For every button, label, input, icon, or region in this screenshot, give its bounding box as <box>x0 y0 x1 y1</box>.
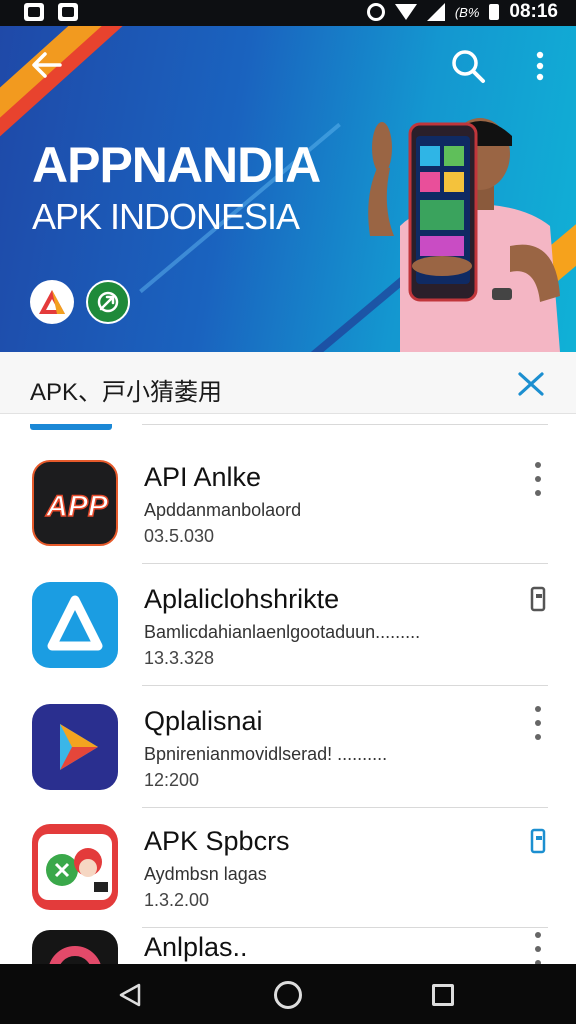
search-input[interactable]: APK、戸小猜萎用 <box>30 372 222 407</box>
nav-home-icon[interactable] <box>274 981 302 1009</box>
app-name: APK Spbcrs <box>144 826 290 856</box>
triangle-badge-icon <box>30 280 74 324</box>
bookmark-icon[interactable] <box>528 584 548 618</box>
more-vert-icon[interactable] <box>530 50 550 82</box>
divider <box>142 685 548 686</box>
refresh-badge-icon <box>86 280 130 324</box>
hero-banner: APPNANDIA APK INDONESIA <box>0 26 576 352</box>
clock: 08:16 <box>509 1 558 22</box>
search-icon[interactable] <box>450 48 486 84</box>
app-description: Aydmbsn lagas <box>144 864 267 884</box>
system-nav-bar <box>0 964 576 1024</box>
more-vert-icon[interactable] <box>528 462 548 496</box>
signal-icon <box>426 3 445 21</box>
nav-recents-icon[interactable] <box>432 984 454 1006</box>
divider <box>142 563 548 564</box>
search-bar[interactable]: APK、戸小猜萎用 <box>0 352 576 414</box>
app-version: 03.5.030 <box>144 526 215 546</box>
battery-percent: (B% <box>454 4 480 20</box>
bookmark-icon[interactable] <box>528 826 548 860</box>
app-version: 12:200 <box>144 770 200 790</box>
app-notification-icon <box>58 3 78 21</box>
image-notification-icon <box>24 3 44 21</box>
clear-search-icon[interactable] <box>516 370 546 398</box>
wifi-icon <box>394 4 417 20</box>
app-version: 1.3.2.00 <box>144 890 210 910</box>
status-bar: (B% 08:16 <box>0 0 576 26</box>
person-holding-phone-illustration <box>368 118 560 352</box>
nav-back-icon[interactable] <box>118 982 142 1008</box>
cartoon-chat-icon <box>32 824 118 910</box>
app-name: Qplalisnai <box>144 706 263 736</box>
banner-subtitle: APK INDONESIA <box>32 196 300 237</box>
banner-title: APPNANDIA <box>32 137 321 193</box>
list-item[interactable]: APP API Anlke Apddanmanbolaord 03.5.030 <box>0 444 576 564</box>
app-name: Aplaliclohshrikte <box>144 584 340 614</box>
divider <box>142 424 548 425</box>
svg-text:APP: APP <box>45 490 109 523</box>
app-description: Bamlicdahianlaenlgootaduun......... <box>144 622 421 642</box>
list-item[interactable]: APK Spbcrs Aydmbsn lagas 1.3.2.00 <box>0 808 576 928</box>
app-description: Apddanmanbolaord <box>144 500 302 520</box>
list-item[interactable]: Aplaliclohshrikte Bamlicdahianlaenlgoota… <box>0 566 576 686</box>
play-triangle-icon <box>32 704 118 790</box>
app-logo-icon: APP <box>32 460 118 546</box>
app-version: 13.3.328 <box>144 648 215 668</box>
app-description: Bpnirenianmovidlserad! .......... <box>144 744 388 764</box>
active-tab-indicator <box>30 424 112 430</box>
back-arrow-icon[interactable] <box>30 48 64 82</box>
app-name: Anlplas.. <box>144 932 248 962</box>
more-vert-icon[interactable] <box>528 932 548 966</box>
list-item[interactable]: Qplalisnai Bpnirenianmovidlserad! ......… <box>0 688 576 808</box>
alarm-icon <box>366 3 385 21</box>
battery-icon <box>489 4 500 20</box>
app-name: API Anlke <box>144 462 262 492</box>
triangle-a-icon <box>32 582 118 668</box>
more-vert-icon[interactable] <box>528 706 548 740</box>
